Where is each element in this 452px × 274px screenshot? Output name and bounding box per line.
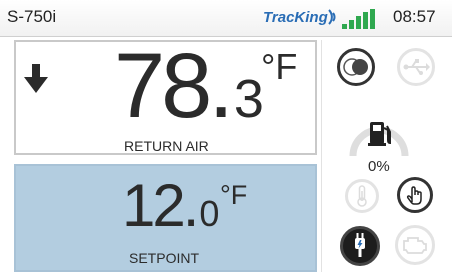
engine-button[interactable] — [395, 225, 435, 265]
decimal-point: . — [182, 172, 200, 239]
arrow-down-icon — [24, 64, 48, 94]
touch-hand-icon — [406, 186, 422, 205]
fuel-level-text: 0% — [368, 158, 390, 175]
setpoint-temperature: 12.0 — [122, 176, 219, 236]
fuel-gauge — [346, 108, 412, 160]
return-air-temp-whole: 78 — [114, 35, 212, 137]
toggle-icon — [343, 58, 368, 76]
thermometer-button[interactable] — [345, 179, 379, 213]
device-name: S-750i — [7, 7, 57, 26]
touch-button[interactable] — [397, 177, 433, 213]
setpoint-label: SETPOINT — [129, 250, 200, 266]
clock: 08:57 — [393, 7, 436, 26]
return-air-panel[interactable]: 78.3 °F RETURN AIR — [14, 40, 317, 155]
setpoint-unit: °F — [220, 180, 248, 210]
usb-icon — [403, 59, 430, 75]
thermometer-icon — [357, 185, 367, 207]
return-air-label: RETURN AIR — [124, 138, 209, 154]
return-air-unit: °F — [261, 46, 298, 87]
signal-strength-icon — [342, 9, 376, 29]
wifi-icon — [327, 7, 341, 27]
decimal-point: . — [208, 35, 234, 137]
power-plug-button[interactable] — [340, 226, 380, 266]
toggle-button[interactable] — [337, 48, 375, 86]
return-air-temp-decimal: 3 — [233, 69, 264, 129]
setpoint-panel[interactable]: 12.0 °F SETPOINT — [14, 164, 317, 272]
setpoint-temp-decimal: 0 — [199, 193, 220, 234]
main-screen: S-750i TracKing 08:57 78.3 °F RETURN AIR… — [0, 0, 452, 274]
return-air-temperature: 78.3 — [114, 40, 264, 132]
tracking-logo: TracKing — [263, 9, 328, 26]
brand-suffix: King — [294, 9, 328, 26]
setpoint-temp-whole: 12 — [122, 172, 186, 239]
status-bar: S-750i TracKing 08:57 — [0, 0, 452, 37]
power-plug-icon — [355, 233, 365, 257]
brand-prefix: Trac — [263, 9, 295, 26]
usb-button[interactable] — [397, 48, 435, 86]
column-divider — [321, 40, 322, 272]
engine-icon — [403, 237, 427, 254]
